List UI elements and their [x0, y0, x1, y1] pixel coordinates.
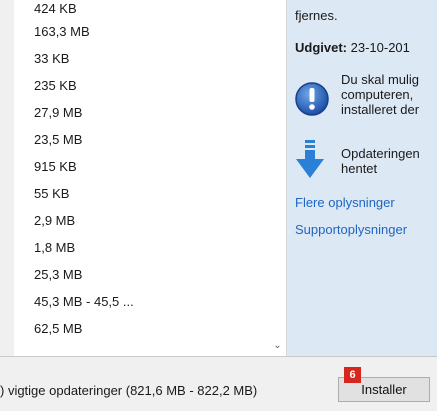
step-badge: 6 — [344, 367, 361, 383]
update-size-item[interactable]: 27,9 MB — [14, 99, 286, 126]
restart-notice-line: computeren, — [341, 87, 414, 102]
published-label: Udgivet: — [295, 40, 347, 55]
update-size-item[interactable]: 62,5 MB — [14, 315, 286, 342]
update-summary: ) vigtige opdateringer (821,6 MB - 822,2… — [0, 383, 258, 398]
update-size-item[interactable]: 1,8 MB — [14, 234, 286, 261]
update-size-item[interactable]: 33 KB — [14, 45, 286, 72]
size-column: 424 KB 163,3 MB 33 KB 235 KB 27,9 MB 23,5 MB 9… — [14, 0, 286, 342]
removed-text: fjernes. — [295, 8, 338, 23]
update-size-item[interactable]: 235 KB — [14, 72, 286, 99]
published-date: 23-10-201 — [350, 40, 410, 55]
vertical-scrollbar[interactable]: ⌄ — [269, 0, 286, 356]
info-exclamation-icon — [295, 82, 329, 116]
update-size-item[interactable]: 45,3 MB - 45,5 ... — [14, 288, 286, 315]
update-size-item[interactable]: 163,3 MB — [14, 18, 286, 45]
update-size-item[interactable]: 2,9 MB — [14, 207, 286, 234]
update-size-item[interactable]: 55 KB — [14, 180, 286, 207]
update-details-pane: fjernes. Udgivet: 23-10-201 Du skal muli… — [287, 0, 437, 356]
restart-notice-line: installeret der — [341, 102, 420, 117]
restart-notice: Du skal mulig computeren, installeret de… — [341, 72, 419, 117]
download-notice-line: hentet — [341, 161, 378, 176]
restart-notice-line: Du skal mulig — [341, 72, 420, 87]
support-info-link[interactable]: Supportoplysninger — [295, 222, 407, 237]
update-size-item[interactable]: 424 KB — [14, 0, 286, 18]
update-size-item[interactable]: 915 KB — [14, 153, 286, 180]
footer-bar: ) vigtige opdateringer (821,6 MB - 822,2… — [0, 356, 437, 411]
download-notice-line: Opdateringen — [341, 146, 420, 161]
update-size-list[interactable]: 424 KB 163,3 MB 33 KB 235 KB 27,9 MB 23,5 MB 9… — [14, 0, 287, 356]
update-size-item[interactable]: 25,3 MB — [14, 261, 286, 288]
more-info-link[interactable]: Flere oplysninger — [295, 195, 395, 210]
download-notice: Opdateringen hentet — [341, 146, 420, 176]
download-arrow-icon — [296, 140, 324, 178]
chevron-down-icon[interactable]: ⌄ — [271, 340, 284, 352]
update-size-item[interactable]: 23,5 MB — [14, 126, 286, 153]
published-line: Udgivet: 23-10-201 — [295, 40, 410, 55]
